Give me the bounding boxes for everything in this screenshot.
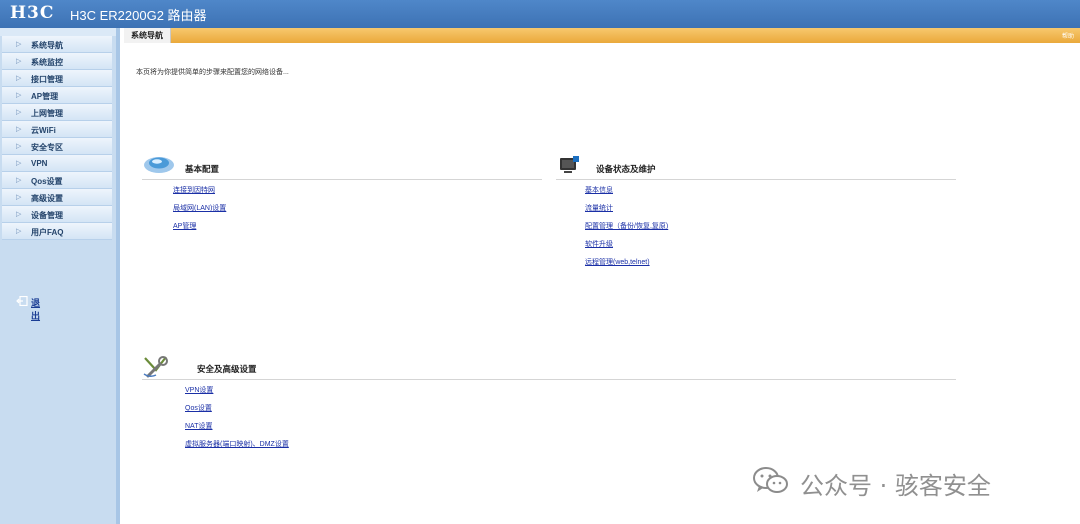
watermark-text: 公众号 · 骇客安全 xyxy=(800,472,991,500)
triangle-right-icon: ▷ xyxy=(16,91,22,99)
sidebar-item-interface[interactable]: ▷ 接口管理 xyxy=(2,70,112,87)
sidebar-menu: ▷ 系统导航 ▷ 系统监控 ▷ 接口管理 ▷ AP管理 ▷ 上网管理 ▷ 云WiFi ▷ 安全… xyxy=(0,36,116,240)
sidebar-item-label: 高级设置 xyxy=(31,194,63,203)
triangle-right-icon: ▷ xyxy=(16,40,22,48)
sidebar-item-vpn[interactable]: ▷ VPN xyxy=(2,155,112,172)
sidebar-item-label: VPN xyxy=(31,159,48,168)
link-vpn-settings[interactable]: VPN设置 xyxy=(185,385,213,395)
sidebar-item-advanced[interactable]: ▷ 高级设置 xyxy=(2,189,112,206)
logout-label: 退出 xyxy=(31,298,41,321)
help-link[interactable]: 帮助 xyxy=(1062,31,1074,40)
triangle-right-icon: ▷ xyxy=(16,227,22,235)
triangle-right-icon: ▷ xyxy=(16,142,22,150)
sidebar-item-system-nav[interactable]: ▷ 系统导航 xyxy=(2,36,112,53)
section-divider xyxy=(556,179,956,180)
triangle-right-icon: ▷ xyxy=(16,125,22,133)
link-nat-settings[interactable]: NAT设置 xyxy=(185,421,212,431)
sidebar-item-ap[interactable]: ▷ AP管理 xyxy=(2,87,112,104)
link-lan-settings[interactable]: 局域网(LAN)设置 xyxy=(173,203,226,213)
sidebar-item-faq[interactable]: ▷ 用户FAQ xyxy=(2,223,112,240)
link-connect-internet[interactable]: 连接到因特网 xyxy=(173,185,215,195)
sidebar-item-label: 上网管理 xyxy=(31,109,63,118)
triangle-right-icon: ▷ xyxy=(16,108,22,116)
sidebar-item-label: 安全专区 xyxy=(31,143,63,152)
sidebar-item-label: 云WiFi xyxy=(31,126,56,135)
link-ap-management[interactable]: AP管理 xyxy=(173,221,196,231)
wechat-icon xyxy=(753,467,788,493)
link-remote-management[interactable]: 远程管理(web,telnet) xyxy=(585,257,650,267)
link-software-upgrade[interactable]: 软件升级 xyxy=(585,239,613,249)
intro-text: 本页将为你提供简单的步骤来配置您的网络设备... xyxy=(136,69,289,76)
triangle-right-icon: ▷ xyxy=(16,193,22,201)
triangle-right-icon: ▷ xyxy=(16,210,22,218)
sidebar-item-security[interactable]: ▷ 安全专区 xyxy=(2,138,112,155)
main-content: 系统导航 帮助 本页将为你提供简单的步骤来配置您的网络设备... 基本配置 连接… xyxy=(124,28,1080,524)
sidebar-item-label: 用户FAQ xyxy=(31,228,64,237)
sidebar-item-label: 系统监控 xyxy=(31,58,63,67)
sidebar-item-system-monitor[interactable]: ▷ 系统监控 xyxy=(2,53,112,70)
monitor-icon xyxy=(560,156,579,173)
sidebar-item-label: 设备管理 xyxy=(31,211,63,220)
link-config-management[interactable]: 配置管理（备份/恢复,复原) xyxy=(585,221,668,231)
link-basic-info[interactable]: 基本信息 xyxy=(585,185,613,195)
section-title-basic: 基本配置 xyxy=(185,164,220,174)
sidebar-item-internet[interactable]: ▷ 上网管理 xyxy=(2,104,112,121)
sidebar-item-cloud-wifi[interactable]: ▷ 云WiFi xyxy=(2,121,112,138)
network-globe-icon xyxy=(144,157,174,173)
top-header: H3C H3C ER2200G2 路由器 xyxy=(0,0,1080,28)
tab-bar: 系统导航 帮助 xyxy=(124,28,1080,43)
link-virtual-server-dmz[interactable]: 虚拟服务器(端口映射)、DMZ设置 xyxy=(185,439,289,449)
sidebar-item-qos[interactable]: ▷ Qos设置 xyxy=(2,172,112,189)
triangle-right-icon: ▷ xyxy=(16,74,22,82)
link-traffic-stats[interactable]: 流量统计 xyxy=(585,203,613,213)
sidebar-item-label: AP管理 xyxy=(31,92,59,101)
sidebar-item-label: 接口管理 xyxy=(31,75,63,84)
sidebar: ▷ 系统导航 ▷ 系统监控 ▷ 接口管理 ▷ AP管理 ▷ 上网管理 ▷ 云WiFi ▷ 安全… xyxy=(0,28,120,524)
section-title-status: 设备状态及维护 xyxy=(596,164,656,174)
tools-icon xyxy=(143,356,168,378)
product-title: H3C ER2200G2 路由器 xyxy=(70,8,207,23)
sidebar-top-strip xyxy=(0,28,116,36)
logout-icon xyxy=(16,296,28,306)
triangle-right-icon: ▷ xyxy=(16,159,22,167)
triangle-right-icon: ▷ xyxy=(16,176,22,184)
section-divider xyxy=(142,379,956,380)
sidebar-item-device[interactable]: ▷ 设备管理 xyxy=(2,206,112,223)
triangle-right-icon: ▷ xyxy=(16,57,22,65)
section-divider xyxy=(142,179,542,180)
section-title-security: 安全及高级设置 xyxy=(197,364,257,374)
tab-system-nav[interactable]: 系统导航 xyxy=(124,28,171,43)
h3c-logo: H3C xyxy=(10,3,55,23)
sidebar-item-label: Qos设置 xyxy=(31,177,63,186)
link-qos-settings[interactable]: Qos设置 xyxy=(185,403,212,413)
sidebar-item-label: 系统导航 xyxy=(31,41,63,50)
